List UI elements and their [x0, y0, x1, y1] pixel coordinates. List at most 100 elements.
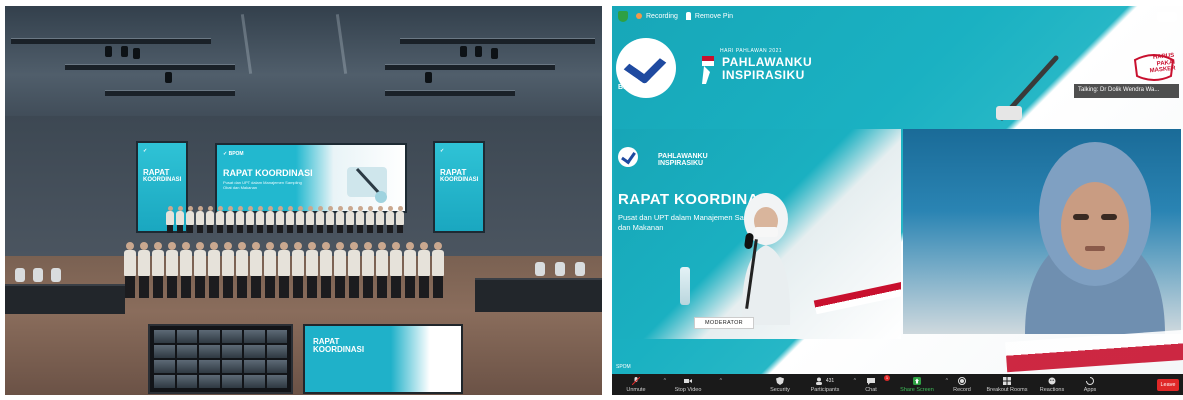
- remove-pin-label: Remove Pin: [694, 12, 734, 20]
- participants-button[interactable]: 431 Participants ^: [800, 374, 856, 395]
- side-led-screen-right: ✓ RAPAT KOORDINASI: [433, 141, 485, 233]
- lab-pipette-illustration: [996, 55, 1059, 121]
- screen-subtitle: Pusat dan UPT dalam Manajemen Sampling O…: [223, 180, 302, 190]
- hero-flag-icon: [702, 56, 714, 84]
- event-name: HARI PAHLAWAN 2021: [720, 48, 783, 54]
- share-screen-icon: [913, 376, 921, 385]
- share-screen-button[interactable]: Share Screen ^: [892, 374, 948, 395]
- water-bottle: [680, 267, 690, 305]
- remove-pin-button[interactable]: Remove Pin: [685, 12, 734, 20]
- theme-line-1: PAHLAWANKU: [722, 55, 813, 69]
- tile-theme: PAHLAWANKU INSPIRASIKU: [658, 153, 708, 168]
- screen-title: RAPAT KOORDINASI: [223, 168, 313, 178]
- screen-logo: ✓: [440, 148, 445, 154]
- participant-name-label: SPOM: [616, 364, 631, 370]
- reactions-button[interactable]: Reactions: [1032, 374, 1072, 395]
- security-button[interactable]: Security: [760, 374, 800, 395]
- video-icon: [684, 378, 692, 383]
- stage-lamp: [121, 46, 128, 57]
- stage-lamp: [475, 46, 482, 57]
- apps-label: Apps: [1083, 386, 1097, 393]
- unmute-button[interactable]: Unmute ^: [612, 374, 666, 395]
- participants-back-row: [165, 206, 405, 233]
- share-screen-label: Share Screen: [900, 386, 934, 393]
- stage-lamp: [491, 48, 498, 59]
- screen-logo: ✓: [143, 148, 148, 154]
- monitor-title: RAPAT KOORDINASI: [313, 338, 364, 354]
- apps-icon: [1086, 376, 1094, 385]
- bpom-logo-small: [618, 147, 638, 167]
- breakout-rooms-label: Breakout Rooms: [986, 386, 1028, 393]
- security-label: Security: [770, 386, 790, 393]
- reactions-label: Reactions: [1039, 386, 1065, 393]
- speaker-person: [1025, 142, 1165, 334]
- security-shield-icon: [776, 376, 784, 385]
- tile-theme-line-2: INSPIRASIKU: [658, 160, 704, 168]
- chair: [535, 262, 545, 276]
- talking-indicator: Talking: Dr Dolik Wendra Wa...: [1074, 84, 1179, 98]
- stop-video-button[interactable]: Stop Video ^: [660, 374, 722, 395]
- participants-front-row: [123, 242, 445, 298]
- screen-title: RAPAT KOORDINASI: [440, 168, 479, 184]
- monitor-title-line-2: KOORDINASI: [313, 345, 365, 354]
- moderator-person: [741, 193, 791, 325]
- event-theme: PAHLAWANKU INSPIRASIKU: [722, 56, 812, 81]
- meeting-topbar: Recording Remove Pin: [612, 6, 1183, 26]
- chair: [15, 268, 25, 282]
- record-button[interactable]: Record: [942, 374, 982, 395]
- chair: [33, 268, 43, 282]
- conference-table: [5, 284, 125, 314]
- chat-label: Chat: [865, 386, 877, 393]
- mask-badge-text: HARUS PAKAI MASKER: [1148, 53, 1176, 75]
- event-hall-photo: ✓ RAPAT KOORDINASI ✓ BPOM RAPAT KOORDINA…: [5, 6, 602, 395]
- recording-label: Recording: [646, 12, 678, 20]
- mic-muted-icon: [632, 376, 640, 385]
- lighting-truss: [65, 64, 235, 70]
- stop-video-label: Stop Video: [674, 386, 702, 393]
- stage-lamp: [105, 46, 112, 57]
- breakout-rooms-icon: [1003, 376, 1011, 385]
- main-led-screen: ✓ BPOM RAPAT KOORDINASI Pusat dan UPT da…: [215, 143, 407, 213]
- record-dot-icon: [636, 13, 642, 19]
- chat-button[interactable]: Chat 1: [850, 374, 892, 395]
- theme-line-2: INSPIRASIKU: [722, 67, 805, 82]
- view-options-button[interactable]: [1157, 12, 1177, 22]
- unmute-label: Unmute: [626, 386, 646, 393]
- participant-count: 431: [825, 377, 835, 384]
- stage-lamp: [460, 46, 467, 57]
- video-tile-speaker[interactable]: [903, 129, 1181, 334]
- lighting-truss: [105, 90, 235, 96]
- lab-illustration-icon: [347, 167, 387, 203]
- lighting-truss: [385, 64, 555, 70]
- stage-lamp: [425, 72, 432, 83]
- video-tile-moderator[interactable]: PAHLAWANKU INSPIRASIKU RAPAT KOORDINASI …: [614, 129, 901, 339]
- lighting-truss: [385, 90, 515, 96]
- screen-title-line-1: RAPAT: [440, 168, 467, 177]
- stage-lamp: [133, 48, 140, 59]
- chair: [575, 262, 585, 276]
- reactions-icon: [1048, 377, 1056, 384]
- moderator-sign: MODERATOR: [694, 317, 754, 329]
- tile-theme-line-1: PAHLAWANKU: [658, 153, 708, 160]
- participants-label: Participants: [810, 386, 840, 393]
- chair: [555, 262, 565, 276]
- lighting-truss: [400, 38, 595, 44]
- org-name: BADAN POM: [618, 84, 664, 91]
- video-conference-monitor: [148, 324, 293, 394]
- lighting-truss: [11, 38, 211, 44]
- participants-icon: [815, 377, 822, 385]
- leave-button[interactable]: Leave: [1157, 379, 1179, 391]
- chevron-up-icon[interactable]: ^: [720, 378, 722, 384]
- recording-indicator[interactable]: Recording: [636, 13, 678, 20]
- screen-title-line-2: KOORDINASI: [440, 177, 479, 184]
- apps-button[interactable]: Apps: [1072, 374, 1108, 395]
- breakout-rooms-button[interactable]: Breakout Rooms: [982, 374, 1032, 395]
- stage-lamp: [165, 72, 172, 83]
- composite-image: ✓ RAPAT KOORDINASI ✓ BPOM RAPAT KOORDINA…: [0, 0, 1183, 400]
- screen-title: RAPAT KOORDINASI: [143, 168, 181, 184]
- pin-icon: [685, 12, 691, 20]
- record-label: Record: [953, 386, 971, 393]
- security-shield-icon[interactable]: [618, 10, 628, 22]
- presentation-monitor: RAPAT KOORDINASI: [303, 324, 463, 394]
- screen-logo: ✓ BPOM: [223, 151, 244, 157]
